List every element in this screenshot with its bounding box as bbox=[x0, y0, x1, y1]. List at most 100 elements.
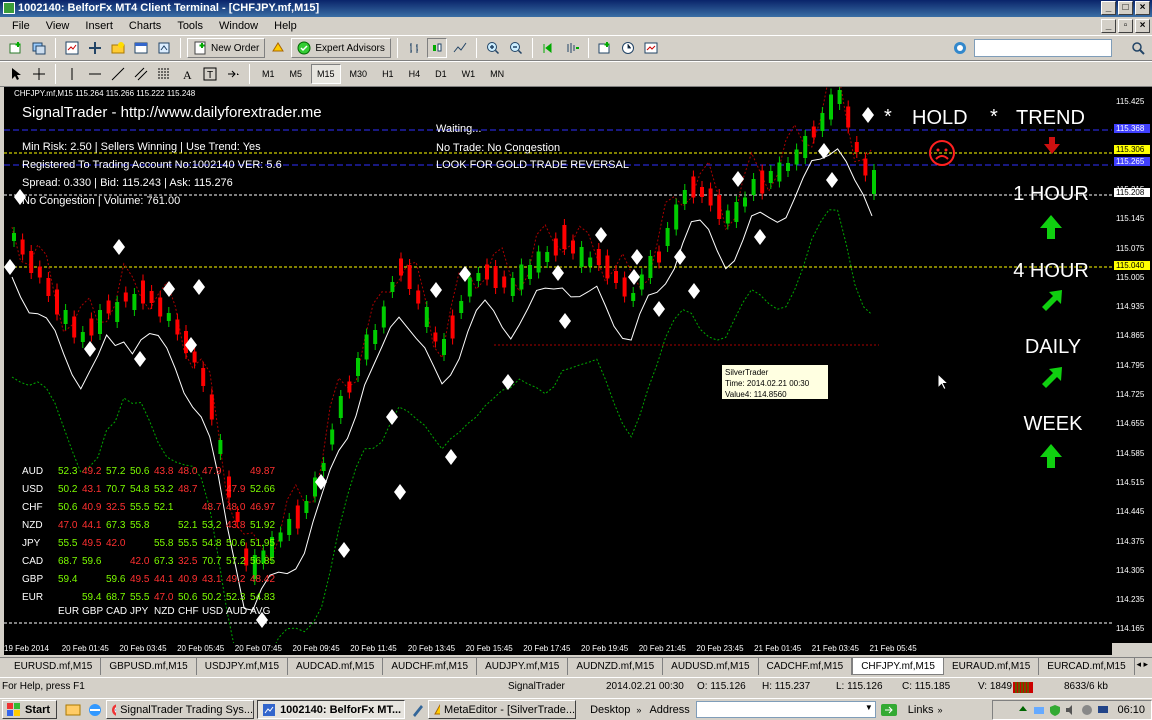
periods-button[interactable] bbox=[618, 38, 638, 58]
crosshair-button[interactable] bbox=[29, 64, 49, 84]
bull-candle bbox=[829, 94, 833, 120]
minimize-button[interactable]: _ bbox=[1101, 1, 1116, 15]
strategy-tester-button[interactable] bbox=[154, 38, 174, 58]
internet-explorer-icon[interactable] bbox=[87, 702, 103, 718]
profiles-icon bbox=[32, 42, 46, 55]
zoom-out-button[interactable] bbox=[506, 38, 526, 58]
timeframe-d1[interactable]: D1 bbox=[429, 64, 453, 84]
tray-arrow-icon[interactable] bbox=[1017, 704, 1029, 716]
tray-volume-icon[interactable] bbox=[1065, 704, 1077, 716]
tab-scroll-arrows-icon[interactable]: ◂ ▸ bbox=[1136, 659, 1148, 670]
line-chart-button[interactable] bbox=[450, 38, 470, 58]
cursor-button[interactable] bbox=[6, 64, 26, 84]
menu-file[interactable]: File bbox=[4, 17, 38, 35]
search-input[interactable] bbox=[974, 39, 1112, 57]
address-input[interactable]: ▼ bbox=[695, 701, 876, 718]
terminal-button[interactable] bbox=[131, 38, 151, 58]
search-icon[interactable] bbox=[1128, 38, 1148, 58]
timeframe-m5[interactable]: M5 bbox=[284, 64, 309, 84]
bar-chart-button[interactable] bbox=[404, 38, 424, 58]
desktop-chevron-icon[interactable]: » bbox=[636, 705, 641, 715]
text-label-button[interactable]: T bbox=[200, 64, 220, 84]
data-window-button[interactable] bbox=[85, 38, 105, 58]
bear-candle bbox=[433, 332, 438, 342]
start-button[interactable]: Start bbox=[2, 700, 58, 719]
chart-tab[interactable]: AUDJPY.mf,M15 bbox=[477, 658, 569, 675]
community-icon[interactable] bbox=[950, 38, 970, 58]
chart-tab[interactable]: AUDNZD.mf,M15 bbox=[568, 658, 664, 675]
fibonacci-button[interactable] bbox=[154, 64, 174, 84]
timeframe-w1[interactable]: W1 bbox=[456, 64, 482, 84]
auto-scroll-button[interactable] bbox=[539, 38, 559, 58]
mdi-close-button[interactable]: × bbox=[1135, 19, 1150, 33]
candlestick-button[interactable] bbox=[426, 38, 447, 58]
maximize-button[interactable]: □ bbox=[1118, 1, 1133, 15]
new-order-button[interactable]: New Order bbox=[187, 38, 266, 58]
chart-tab[interactable]: AUDCHF.mf,M15 bbox=[383, 658, 478, 675]
zoom-in-button[interactable] bbox=[483, 38, 503, 58]
bull-candle bbox=[751, 179, 756, 195]
taskbar-item-metaeditor[interactable]: MetaEditor - [SilverTrade... bbox=[428, 700, 577, 719]
system-tray: 06:10 bbox=[992, 700, 1152, 720]
chart-tab[interactable]: USDJPY.mf,M15 bbox=[197, 658, 289, 675]
links-chevron-icon[interactable]: » bbox=[937, 705, 942, 715]
chart-shift-button[interactable] bbox=[562, 38, 582, 58]
chart-tab[interactable]: EURAUD.mf,M15 bbox=[944, 658, 1040, 675]
desktop-toolbar-label[interactable]: Desktop bbox=[590, 704, 630, 716]
expert-advisors-button[interactable]: Expert Advisors bbox=[291, 38, 391, 58]
go-icon[interactable] bbox=[880, 702, 898, 718]
new-chart-button[interactable] bbox=[6, 38, 26, 58]
chart-tab[interactable]: AUDCAD.mf,M15 bbox=[288, 658, 384, 675]
chart-tab[interactable]: CHFJPY.mf,M15 bbox=[852, 658, 944, 675]
timeframe-mn[interactable]: MN bbox=[484, 64, 510, 84]
close-button[interactable]: × bbox=[1135, 1, 1150, 15]
price-scale[interactable]: 115.425115.355115.285115.215115.145115.0… bbox=[1112, 87, 1152, 643]
navigator-button[interactable] bbox=[108, 38, 128, 58]
tray-shield-icon[interactable] bbox=[1049, 704, 1061, 716]
links-label[interactable]: Links bbox=[908, 704, 934, 716]
tray-network-icon[interactable] bbox=[1033, 704, 1045, 716]
tray-app-icon[interactable] bbox=[1081, 704, 1093, 716]
templates-icon bbox=[644, 42, 658, 54]
show-desktop-icon[interactable] bbox=[65, 702, 81, 718]
trendline-button[interactable] bbox=[108, 64, 128, 84]
timeframe-m15[interactable]: M15 bbox=[311, 64, 341, 84]
profiles-button[interactable] bbox=[29, 38, 49, 58]
dropdown-arrow-icon[interactable]: ▼ bbox=[865, 703, 873, 712]
menu-window[interactable]: Window bbox=[211, 17, 266, 35]
arrows-button[interactable] bbox=[223, 64, 243, 84]
chart-tab[interactable]: AUDUSD.mf,M15 bbox=[663, 658, 759, 675]
menu-help[interactable]: Help bbox=[266, 17, 305, 35]
mdi-minimize-button[interactable]: _ bbox=[1101, 19, 1116, 33]
timeframe-h4[interactable]: H4 bbox=[403, 64, 427, 84]
bear-candle bbox=[450, 315, 455, 339]
text-button[interactable]: A bbox=[177, 64, 197, 84]
templates-button[interactable] bbox=[641, 38, 661, 58]
tray-monitor-icon[interactable] bbox=[1097, 704, 1109, 716]
market-watch-button[interactable] bbox=[62, 38, 82, 58]
four-hour-up-right-arrow-icon bbox=[1042, 290, 1062, 311]
metaeditor-button[interactable] bbox=[268, 38, 288, 58]
menu-tools[interactable]: Tools bbox=[169, 17, 211, 35]
strength-value: 52.1 bbox=[154, 501, 174, 513]
chart-tab[interactable]: CADCHF.mf,M15 bbox=[759, 658, 853, 675]
chart-tab[interactable]: EURCAD.mf,M15 bbox=[1039, 658, 1135, 675]
vertical-line-button[interactable] bbox=[62, 64, 82, 84]
mdi-restore-button[interactable]: ▫ bbox=[1118, 19, 1133, 33]
timeframe-m30[interactable]: M30 bbox=[344, 64, 374, 84]
chart-tab[interactable]: EURUSD.mf,M15 bbox=[6, 658, 102, 675]
menu-view[interactable]: View bbox=[38, 17, 78, 35]
timeframe-m1[interactable]: M1 bbox=[256, 64, 281, 84]
channel-button[interactable] bbox=[131, 64, 151, 84]
pen-icon[interactable] bbox=[411, 703, 425, 717]
menu-charts[interactable]: Charts bbox=[121, 17, 169, 35]
horizontal-line-button[interactable] bbox=[85, 64, 105, 84]
timeframe-h1[interactable]: H1 bbox=[376, 64, 400, 84]
chart-tab[interactable]: GBPUSD.mf,M15 bbox=[101, 658, 197, 675]
bull-candle bbox=[820, 113, 825, 131]
menu-insert[interactable]: Insert bbox=[77, 17, 121, 35]
time-scale[interactable]: 19 Feb 2014 20 Feb 01:45 20 Feb 03:45 20 Fe… bbox=[4, 643, 1112, 655]
taskbar-item-mt4[interactable]: 1002140: BelforFx MT... bbox=[257, 700, 406, 719]
indicators-button[interactable] bbox=[595, 38, 615, 58]
taskbar-item-browser[interactable]: SignalTrader Trading Sys... bbox=[106, 700, 255, 719]
